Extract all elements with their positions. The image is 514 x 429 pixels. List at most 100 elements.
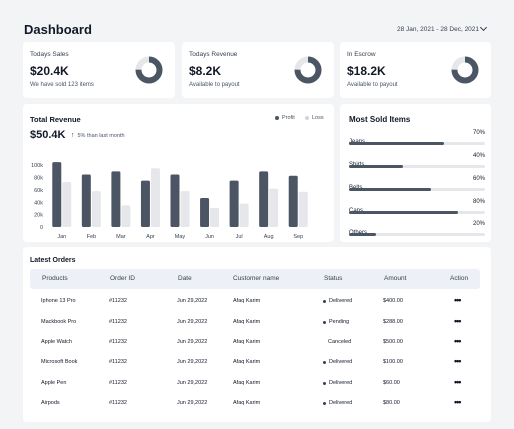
date-cell: Jun 29,2022 xyxy=(177,319,208,325)
latest-orders-card: Latest Orders Products Order ID Date Cus… xyxy=(23,247,491,422)
bar-loss xyxy=(298,191,308,227)
item-percent: 40% xyxy=(472,153,485,159)
bar-loss xyxy=(239,203,249,227)
bar-loss xyxy=(62,181,72,227)
order-id-cell: #11232 xyxy=(109,298,127,304)
table-row: Mackbook Pro #11232 Jun 29,2022 Afaq Karim $… xyxy=(23,316,491,329)
bar-profit xyxy=(111,171,121,227)
table-row: Iphone 13 Pro #11232 Jun 29,2022 Afaq Karim… xyxy=(23,295,491,308)
most-sold-card: Most Sold Items Jeans 70% Shirts 40% Bel… xyxy=(340,104,491,242)
more-actions-icon[interactable]: ••• xyxy=(454,336,462,346)
stat-sub: Available to payout xyxy=(347,82,398,88)
y-tick-label: 0 xyxy=(40,225,43,231)
stat-sub: Available to payout xyxy=(189,82,240,88)
status-text: Pending xyxy=(329,319,350,325)
orders-title: Latest Orders xyxy=(30,257,76,264)
status-dot-icon xyxy=(323,381,326,385)
order-id-cell: #11232 xyxy=(109,339,127,345)
more-actions-icon[interactable]: ••• xyxy=(454,356,462,366)
bar-profit xyxy=(229,180,239,227)
stat-value: $8.2K xyxy=(189,64,222,78)
customer-cell: Afaq Karim xyxy=(233,359,261,365)
status-badge: Canceled xyxy=(328,339,351,345)
item-percent: 20% xyxy=(472,221,485,227)
amount-cell: $100.00 xyxy=(383,359,403,365)
stat-sub: We have sold 123 items xyxy=(30,82,94,88)
bar-loss xyxy=(150,168,160,227)
date-cell: Jun 29,2022 xyxy=(177,359,208,365)
date-range-label: 28 Jan, 2021 - 28 Dec, 2021 xyxy=(397,25,480,33)
bar-loss xyxy=(210,207,220,227)
most-sold-item: Caps 80% xyxy=(349,199,485,217)
total-revenue-card: Total Revenue $50.4K ↑ 5% than last mont… xyxy=(23,104,334,242)
product-cell: Microsoft Book xyxy=(41,359,78,365)
bar-loss xyxy=(180,191,190,227)
more-actions-icon[interactable]: ••• xyxy=(454,295,462,305)
status-dot-icon xyxy=(323,299,326,303)
product-cell: Mackbook Pro xyxy=(41,319,77,325)
stat-card-revenue: Todays Revenue $8.2K Available to payout xyxy=(182,42,334,98)
x-tick-label: Jul xyxy=(236,234,243,240)
stat-label: In Escrow xyxy=(347,51,376,58)
date-cell: Jun 29,2022 xyxy=(177,298,208,304)
column-header: Customer name xyxy=(233,275,280,282)
column-header: Action xyxy=(450,275,469,282)
bar-profit xyxy=(288,175,298,227)
status-badge: Delivered xyxy=(323,359,352,365)
stat-card-escrow: In Escrow $18.2K Available to payout xyxy=(340,42,491,98)
x-tick-label: May xyxy=(175,234,186,240)
most-sold-item: Jeans 70% xyxy=(349,130,485,148)
bar-loss xyxy=(91,191,101,227)
y-tick-label: 20k xyxy=(34,213,43,219)
status-badge: Delivered xyxy=(323,298,352,304)
progress-track xyxy=(349,233,485,236)
product-cell: Apple Watch xyxy=(41,339,72,345)
product-cell: Airpods xyxy=(41,400,60,406)
stat-value: $18.2K xyxy=(347,64,386,78)
date-range-picker[interactable]: 28 Jan, 2021 - 28 Dec, 2021 xyxy=(389,20,492,38)
table-row: Apple Pen #11232 Jun 29,2022 Afaq Karim $60.… xyxy=(23,377,491,390)
x-tick-label: Aug xyxy=(264,234,274,240)
status-text: Canceled xyxy=(328,339,352,345)
x-tick-label: Jan xyxy=(57,234,66,240)
status-badge: Delivered xyxy=(323,380,352,386)
stat-label: Todays Sales xyxy=(30,51,69,58)
item-percent: 80% xyxy=(472,199,485,205)
y-tick-label: 60k xyxy=(34,188,43,194)
progress-fill xyxy=(349,142,445,145)
item-percent: 60% xyxy=(472,176,485,182)
column-header: Products xyxy=(42,275,68,282)
bar-loss xyxy=(269,188,279,227)
stat-card-sales: Todays Sales $20.4K We have sold 123 ite… xyxy=(23,42,175,98)
chevron-down-icon xyxy=(479,23,488,32)
date-cell: Jun 29,2022 xyxy=(177,339,208,345)
bar-profit xyxy=(81,174,91,227)
status-badge: Pending xyxy=(323,319,349,325)
amount-cell: $288.00 xyxy=(383,319,403,325)
more-actions-icon[interactable]: ••• xyxy=(454,316,462,326)
column-header: Amount xyxy=(384,275,407,282)
y-tick-label: 40k xyxy=(34,200,43,206)
product-cell: Apple Pen xyxy=(41,380,67,386)
table-row: Microsoft Book #11232 Jun 29,2022 Afaq Kari… xyxy=(23,356,491,369)
x-tick-label: Apr xyxy=(146,234,155,240)
x-tick-label: Mar xyxy=(116,234,126,240)
column-header: Order ID xyxy=(110,275,135,282)
bar-profit xyxy=(52,162,62,227)
status-dot-icon xyxy=(323,360,326,364)
date-cell: Jun 29,2022 xyxy=(177,400,208,406)
progress-fill xyxy=(349,211,458,214)
progress-track xyxy=(349,165,485,168)
status-dot-icon xyxy=(323,320,326,324)
order-id-cell: #11232 xyxy=(109,400,127,406)
donut-chart-icon xyxy=(294,56,322,84)
more-actions-icon[interactable]: ••• xyxy=(454,377,462,387)
amount-cell: $60.00 xyxy=(383,380,400,386)
bar-loss xyxy=(121,205,131,227)
revenue-bar-chart: 100k 80k 60k 40k 20k 0 Jan Feb Mar Apr May Jun Jul Au… xyxy=(31,162,308,240)
x-tick-label: Feb xyxy=(87,234,96,240)
donut-chart-icon xyxy=(135,56,163,84)
status-text: Delivered xyxy=(329,298,353,304)
more-actions-icon[interactable]: ••• xyxy=(454,397,462,407)
customer-cell: Afaq Karim xyxy=(233,319,261,325)
